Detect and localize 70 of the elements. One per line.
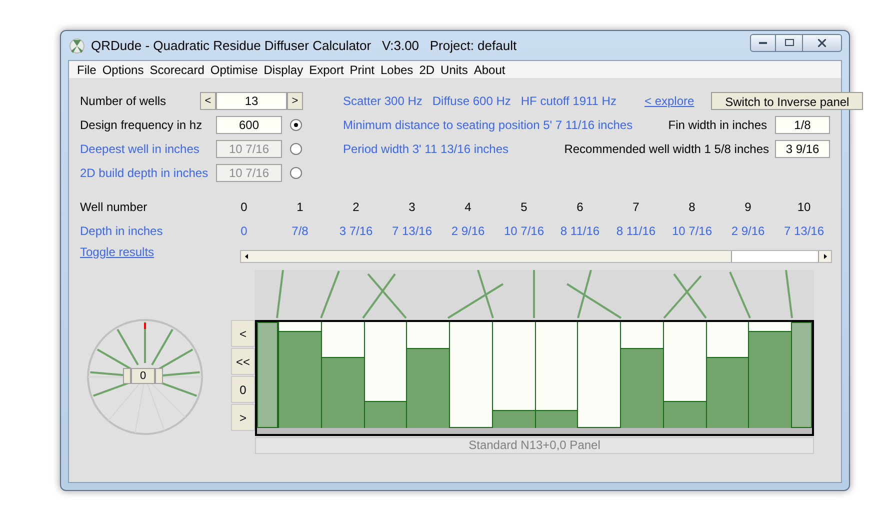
scroll-thumb[interactable] [731, 251, 819, 262]
maximize-button[interactable] [776, 34, 802, 52]
increment-button[interactable]: > [287, 92, 303, 110]
table-cell-text: 8 11/16 [615, 223, 657, 240]
menu-item[interactable]: Scorecard [150, 60, 204, 78]
table-cell-text: 6 [576, 199, 584, 216]
table-cell-text: 4 [464, 199, 472, 216]
toggle-results-link[interactable]: Toggle results [80, 243, 240, 261]
menu-item[interactable]: Optimise [210, 60, 258, 78]
well-width-label: Recommended well width 1 5/8 inches [564, 141, 769, 158]
window-title: QRDude - Quadratic Residue Diffuser Calculator V:3.00 Project: default [91, 36, 517, 55]
table-cell-text: 8 [688, 199, 696, 216]
table-cell-text: 2 9/16 [450, 223, 486, 240]
table-cell-text: 7 [632, 199, 640, 216]
menu-item[interactable]: About [474, 60, 506, 78]
nav-button[interactable]: > [231, 404, 255, 431]
menu-item[interactable]: Units [440, 60, 468, 78]
table-cell-text: 3 7/16 [338, 223, 374, 240]
menu-item[interactable]: Lobes [380, 60, 414, 78]
table-cell-text: 0 [240, 223, 248, 240]
switch-panel-button[interactable]: Switch to Inverse panel [711, 92, 864, 110]
nav-button[interactable]: 0 [231, 376, 255, 403]
field-label: Number of wells [80, 93, 168, 110]
period-width-text: Period width 3' 11 13/16 inches [343, 141, 509, 158]
table-cell-text: 8 11/16 [559, 223, 601, 240]
panel-caption: Standard N13+0,0 Panel [255, 437, 814, 454]
table-cell-text: 7/8 [290, 223, 310, 240]
decrement-button[interactable]: < [200, 92, 216, 110]
field-label: 2D build depth in inches [80, 165, 210, 182]
input-field[interactable]: 600 [216, 116, 282, 134]
close-icon [818, 38, 826, 46]
table-cell-text: 10 [796, 199, 812, 216]
table-cell-text: 7 13/16 [390, 223, 434, 240]
field-label: Design frequency in hz [80, 117, 204, 134]
menu-item[interactable]: Print [350, 60, 374, 78]
frequency-text: Diffuse 600 Hz [432, 93, 511, 110]
fin-width-field[interactable]: 1/8 [775, 116, 830, 134]
table-cell-text: 9 [744, 199, 752, 216]
table-cell-text: 5 [520, 199, 528, 216]
table-cell-text: 7 13/16 [782, 223, 826, 240]
horizontal-scrollbar[interactable] [240, 250, 832, 263]
table-cell-text: 2 [352, 199, 360, 216]
menu-item[interactable]: Export [309, 60, 344, 78]
row-label: Well number [80, 199, 148, 216]
row-label: Depth in inches [80, 223, 164, 240]
table-cell-text: 2 9/16 [730, 223, 766, 240]
table-cell-text: 10 7/16 [670, 223, 714, 240]
frequency-text: Scatter 300 Hz [343, 93, 422, 110]
field-label: Deepest well in inches [80, 141, 200, 158]
menu-item[interactable]: File [77, 60, 96, 78]
app-logo-icon [69, 38, 85, 54]
minimize-button[interactable] [750, 34, 776, 52]
menu-item[interactable]: 2D [419, 60, 435, 78]
dial-value[interactable]: 0 [131, 368, 155, 384]
menu-item[interactable]: Options [102, 60, 144, 78]
radio-button[interactable] [290, 119, 302, 131]
nav-button[interactable]: < [231, 320, 255, 347]
fin-width-label: Fin width in inches [668, 117, 767, 134]
close-button[interactable] [802, 34, 842, 52]
wells-count-field[interactable]: 13 [216, 92, 287, 110]
frequency-text: HF cutoff 1911 Hz [520, 93, 616, 110]
menu-item[interactable]: Display [264, 60, 304, 78]
table-cell-text: 1 [296, 199, 304, 216]
nav-button[interactable]: << [231, 348, 255, 375]
explore-link[interactable]: < explore [644, 92, 694, 110]
table-cell-text: 0 [240, 199, 248, 216]
table-cell-text: 3 [408, 199, 416, 216]
table-cell-text: 10 7/16 [502, 223, 546, 240]
min-distance-text: Minimum distance to seating position 5' 7 11/16 inches [343, 117, 633, 134]
well-width-field[interactable]: 3 9/16 [775, 140, 830, 158]
